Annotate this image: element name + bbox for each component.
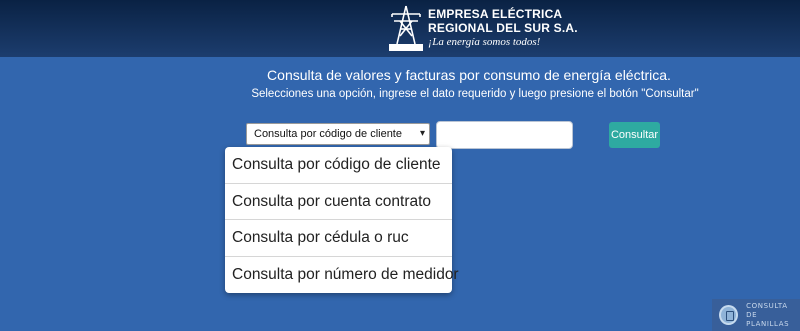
invoice-lookup-widget[interactable]: CONSULTA DE PLANILLAS xyxy=(712,299,800,331)
company-slogan: ¡La energía somos todos! xyxy=(428,36,541,48)
option-meter-number[interactable]: Consulta por número de medidor xyxy=(225,257,459,294)
widget-label-line2: DE PLANILLAS xyxy=(746,310,790,328)
company-name-line1: EMPRESA ELÉCTRICA xyxy=(428,7,563,21)
site-header: EMPRESA ELÉCTRICA REGIONAL DEL SUR S.A. … xyxy=(0,0,800,57)
option-contract-account[interactable]: Consulta por cuenta contrato xyxy=(225,184,452,220)
company-logo[interactable]: EMPRESA ELÉCTRICA REGIONAL DEL SUR S.A. … xyxy=(388,3,578,53)
consult-button[interactable]: Consultar xyxy=(609,122,660,148)
document-search-icon xyxy=(719,305,739,325)
option-id-or-ruc[interactable]: Consulta por cédula o ruc xyxy=(225,220,452,257)
consultation-type-select[interactable]: Consulta por código de cliente ▾ xyxy=(246,123,430,145)
search-value-input[interactable] xyxy=(436,121,573,149)
select-options-list: Consulta por código de cliente Consulta … xyxy=(225,147,459,294)
transmission-tower-icon xyxy=(388,4,424,52)
page-instructions: Selecciones una opción, ingrese el dato … xyxy=(251,88,699,100)
page-title: Consulta de valores y facturas por consu… xyxy=(267,67,671,83)
widget-label-line1: CONSULTA xyxy=(746,301,788,310)
option-client-code[interactable]: Consulta por código de cliente xyxy=(225,147,452,184)
company-name-line2: REGIONAL DEL SUR S.A. xyxy=(428,21,578,35)
select-selected-value: Consulta por código de cliente xyxy=(254,128,402,140)
chevron-down-icon: ▾ xyxy=(419,128,425,139)
